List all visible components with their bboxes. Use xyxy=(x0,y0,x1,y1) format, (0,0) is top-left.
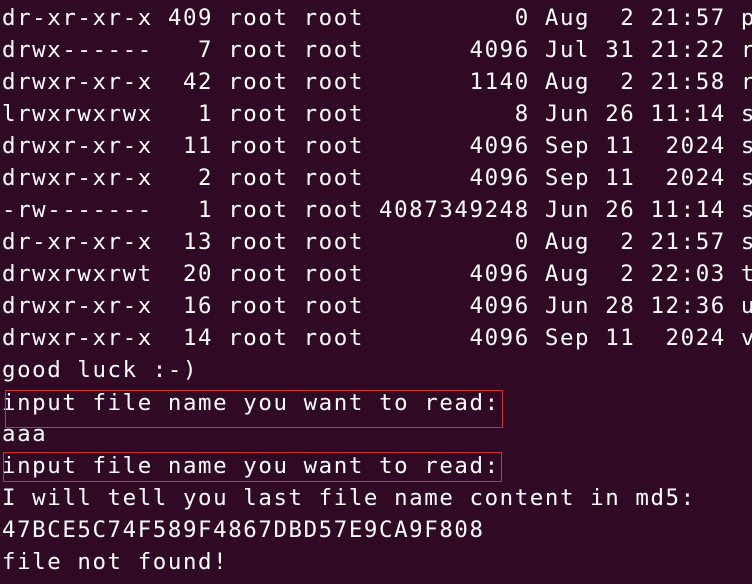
listing-row: dr-xr-xr-x 409 root root 0 Aug 2 21:57 p xyxy=(2,5,752,31)
listing-row: drwxr-xr-x 16 root root 4096 Jun 28 12:3… xyxy=(2,293,752,319)
listing-row: drwxrwxrwt 20 root root 4096 Aug 2 22:03… xyxy=(2,261,752,287)
terminal-window[interactable]: dr-xr-xr-x 409 root root 0 Aug 2 21:57 p… xyxy=(0,0,752,584)
listing-row: dr-xr-xr-x 13 root root 0 Aug 2 21:57 s xyxy=(2,229,752,255)
listing-row: lrwxrwxrwx 1 root root 8 Jun 26 11:14 s xyxy=(2,101,752,127)
file-not-found-message: file not found! xyxy=(2,549,229,575)
listing-row: drwxr-xr-x 42 root root 1140 Aug 2 21:58… xyxy=(2,69,752,95)
user-input-echo: aaa xyxy=(2,421,48,447)
listing-row: drwxr-xr-x 14 root root 4096 Sep 11 2024… xyxy=(2,325,752,351)
listing-row: drwxr-xr-x 2 root root 4096 Sep 11 2024 … xyxy=(2,165,752,191)
good-luck-message: good luck :-) xyxy=(2,357,199,383)
listing-row: drwx------ 7 root root 4096 Jul 31 21:22… xyxy=(2,37,752,63)
listing-row: -rw------- 1 root root 4087349248 Jun 26… xyxy=(2,197,752,223)
md5-hash: 47BCE5C74F589F4867DBD57E9CA9F808 xyxy=(2,517,485,543)
md5-notice: I will tell you last file name content i… xyxy=(2,485,696,511)
listing-row: drwxr-xr-x 11 root root 4096 Sep 11 2024… xyxy=(2,133,752,159)
input-prompt-first: input file name you want to read: xyxy=(2,390,500,416)
input-prompt-second: input file name you want to read: xyxy=(2,453,500,479)
